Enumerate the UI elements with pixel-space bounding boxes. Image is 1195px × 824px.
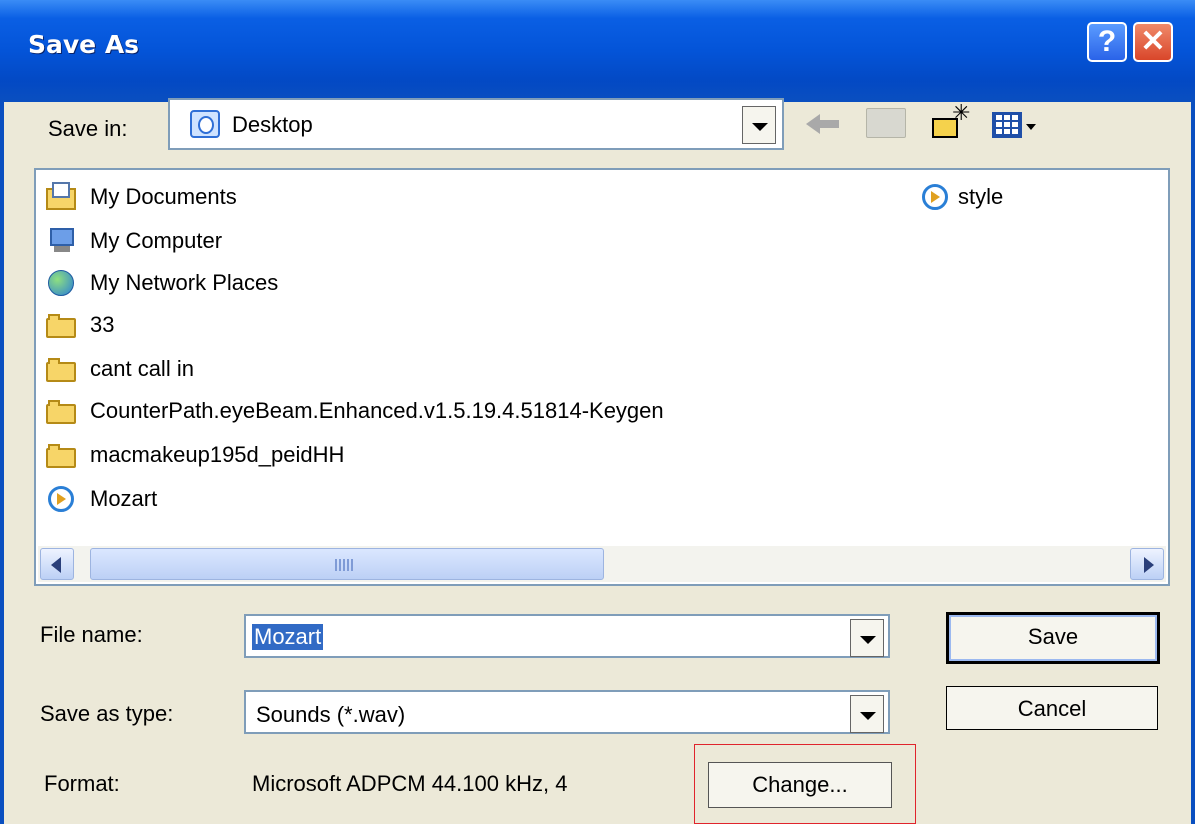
list-item-label: style — [958, 184, 1004, 209]
save-as-type-dropdown[interactable]: Sounds (*.wav) — [244, 690, 890, 734]
scroll-thumb[interactable] — [90, 548, 604, 580]
cancel-button[interactable]: Cancel — [946, 686, 1158, 730]
save-in-label: Save in: — [48, 116, 128, 141]
up-folder-icon[interactable] — [866, 108, 906, 138]
folder-icon — [44, 354, 78, 382]
scroll-left-button[interactable] — [40, 548, 74, 580]
scroll-grip-icon — [335, 559, 353, 571]
new-folder-icon[interactable] — [932, 100, 970, 138]
media-file-icon — [918, 182, 952, 210]
back-arrow-icon[interactable] — [806, 112, 846, 136]
folder-icon — [44, 440, 78, 468]
close-button[interactable]: ✕ — [1133, 22, 1173, 62]
list-item-label: macmakeup195d_peidHH — [90, 442, 345, 467]
views-menu-icon[interactable] — [992, 112, 1022, 138]
folder-icon — [44, 310, 78, 338]
my-computer-icon — [44, 226, 78, 254]
list-item-label: cant call in — [90, 356, 194, 381]
save-as-type-value: Sounds (*.wav) — [256, 702, 406, 727]
format-label: Format: — [44, 771, 120, 796]
list-item-label: 33 — [90, 312, 115, 337]
list-item-label: My Computer — [90, 228, 223, 253]
save-in-value: Desktop — [232, 112, 313, 137]
file-name-value[interactable]: Mozart — [252, 624, 324, 650]
format-value: Microsoft ADPCM 44.100 kHz, 4 — [252, 771, 568, 796]
desktop-icon — [190, 110, 220, 138]
list-item-label: My Documents — [90, 184, 237, 209]
save-as-dialog: Save As ? ✕ Save in: Desktop My Document… — [0, 0, 1195, 824]
save-as-type-dropdown-arrow[interactable] — [850, 695, 884, 733]
list-item-label: CounterPath.eyeBeam.Enhanced.v1.5.19.4.5… — [90, 398, 664, 423]
file-name-field[interactable]: Mozart — [244, 614, 890, 658]
help-button[interactable]: ? — [1087, 22, 1127, 62]
file-name-label: File name: — [40, 622, 143, 647]
horizontal-scrollbar[interactable] — [38, 546, 1166, 582]
list-item-label: Mozart — [90, 486, 158, 511]
network-places-icon — [44, 268, 78, 296]
file-name-dropdown-arrow[interactable] — [850, 619, 884, 657]
file-list[interactable]: My Documents My Computer My Network Plac… — [34, 168, 1170, 586]
dialog-title: Save As — [28, 30, 140, 59]
views-dropdown-arrow-icon[interactable] — [1026, 124, 1036, 130]
media-file-icon — [44, 484, 78, 512]
save-in-dropdown[interactable]: Desktop — [168, 98, 784, 150]
title-bar: Save As ? ✕ — [0, 0, 1195, 102]
my-documents-icon — [44, 182, 78, 210]
save-as-type-label: Save as type: — [40, 701, 174, 726]
highlight-box — [694, 744, 916, 824]
scroll-right-button[interactable] — [1130, 548, 1164, 580]
folder-icon — [44, 396, 78, 424]
save-button[interactable]: Save — [946, 612, 1160, 664]
list-item-label: My Network Places — [90, 270, 279, 295]
save-in-dropdown-arrow[interactable] — [742, 106, 776, 144]
